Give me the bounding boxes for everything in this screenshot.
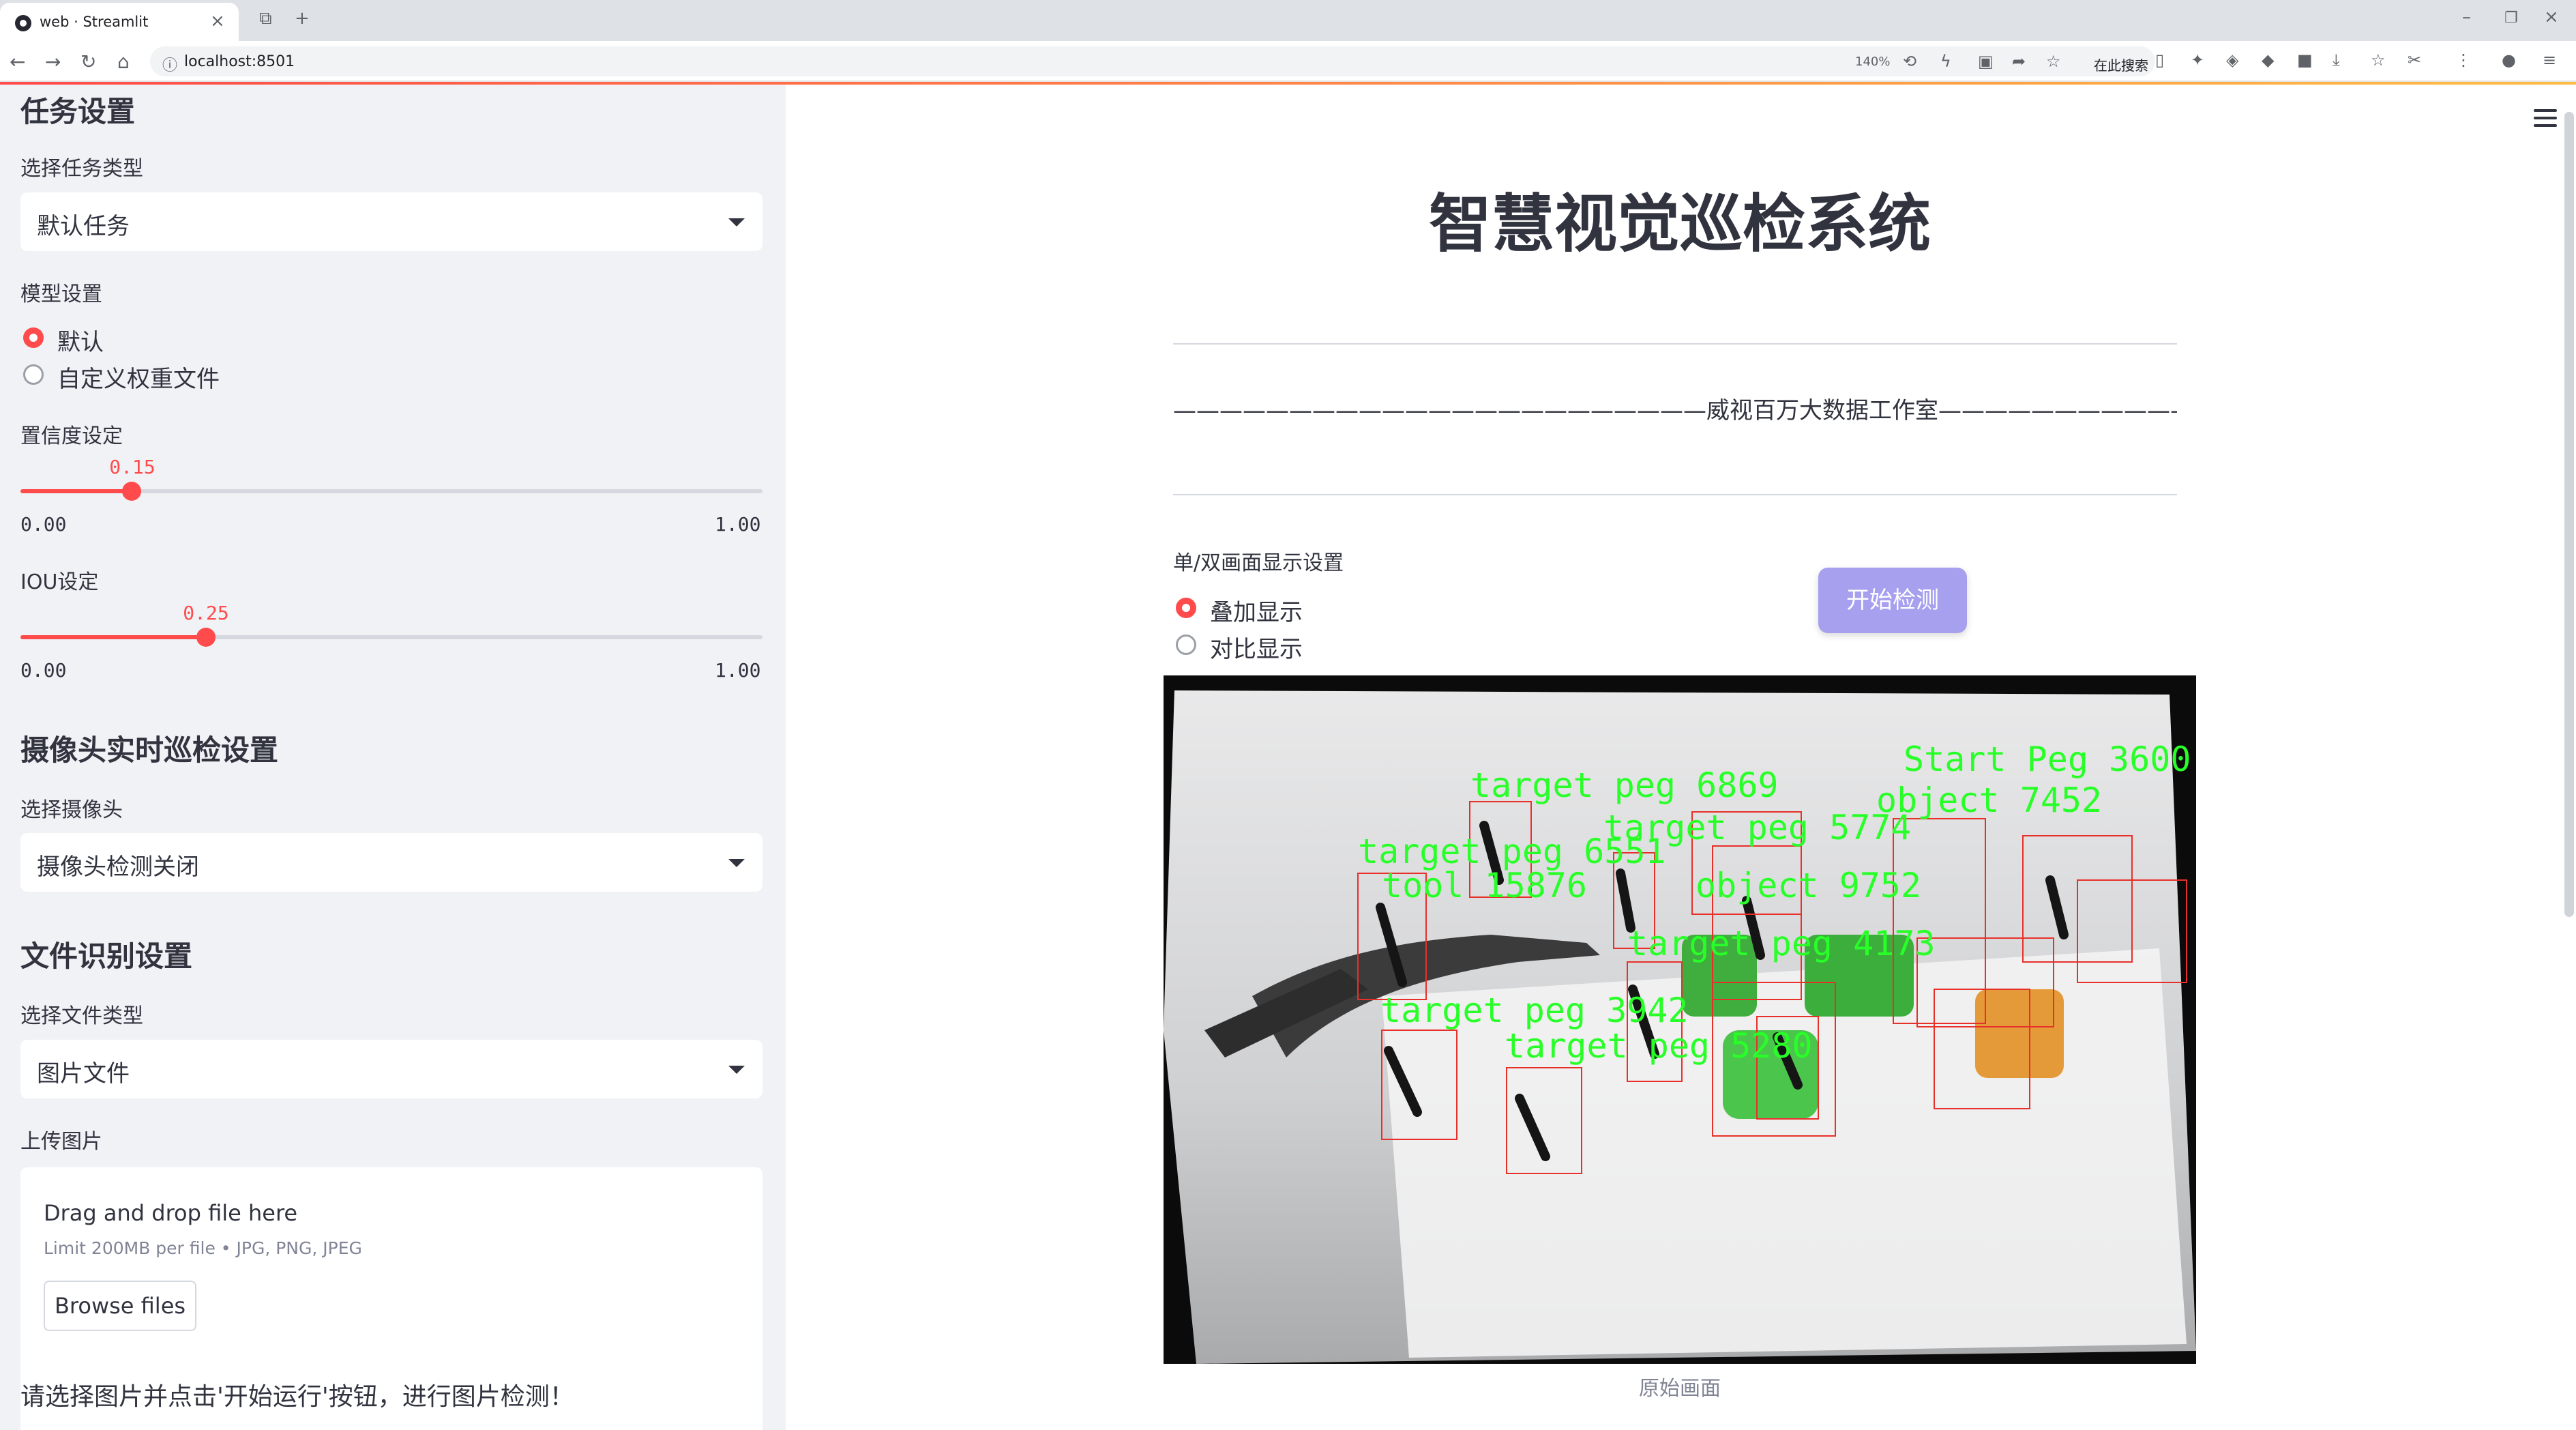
home-icon[interactable]: ⌂ bbox=[117, 50, 130, 73]
back-icon[interactable]: ← bbox=[10, 50, 25, 73]
favorites-icon[interactable]: ☆ bbox=[2371, 50, 2386, 70]
detection-image: target peg 6869 object 7452 target peg 5… bbox=[1164, 675, 2196, 1364]
slider-fill bbox=[20, 489, 132, 493]
restore-icon[interactable]: ❐ bbox=[2504, 10, 2518, 27]
iou-value: 0.25 bbox=[183, 602, 229, 624]
radio-selected-icon bbox=[23, 327, 44, 348]
upload-label: 上传图片 bbox=[20, 1130, 102, 1154]
hamburger-menu-icon[interactable] bbox=[2534, 109, 2557, 132]
screenshot-icon[interactable]: ▣ bbox=[1978, 52, 1994, 71]
extension-icon[interactable]: ✦ bbox=[2191, 50, 2204, 70]
image-caption: 原始画面 bbox=[1639, 1377, 1721, 1401]
detection-label: target peg 5280 bbox=[1505, 1026, 1813, 1066]
extension4-icon[interactable]: ■ bbox=[2297, 50, 2313, 70]
radio-label: 叠加显示 bbox=[1210, 599, 1303, 626]
sidebar-hint: 请选择图片并点击'开始运行'按钮，进行图片检测！ bbox=[20, 1383, 574, 1411]
detection-frame: target peg 6869 object 7452 target peg 5… bbox=[1164, 675, 2196, 1364]
file-type-value: 图片文件 bbox=[37, 1060, 130, 1088]
sidebar: 任务设置 选择任务类型 默认任务 模型设置 默认 自定义权重文件 置信度设定 0… bbox=[0, 85, 786, 1430]
studio-line: ———————————————————————威视百万大数据工作室———————… bbox=[1173, 397, 2177, 424]
file-type-label: 选择文件类型 bbox=[20, 1004, 143, 1028]
new-tab-icon[interactable]: + bbox=[295, 8, 310, 29]
camera-value: 摄像头检测关闭 bbox=[37, 853, 199, 881]
tab-group-icon[interactable]: ⧉ bbox=[259, 8, 272, 29]
confidence-label: 置信度设定 bbox=[20, 424, 123, 448]
chevron-down-icon bbox=[728, 1066, 745, 1074]
browser-tab[interactable]: web · Streamlit × bbox=[0, 3, 239, 41]
task-type-select[interactable]: 默认任务 bbox=[20, 192, 763, 251]
model-settings-label: 模型设置 bbox=[20, 282, 102, 306]
profile-avatar-icon[interactable]: ● bbox=[2502, 50, 2516, 70]
radio-selected-icon bbox=[1176, 598, 1196, 618]
radio-label: 默认 bbox=[57, 329, 104, 356]
window-close-icon[interactable]: × bbox=[2544, 7, 2559, 27]
detection-label: object 9752 bbox=[1696, 866, 1921, 905]
address-bar[interactable]: ⓘ localhost:8501 140% ⟲ ϟ ▣ ➦ ☆ 在此搜索 bbox=[150, 46, 2155, 76]
url-text: localhost:8501 bbox=[184, 53, 295, 70]
radio-unselected-icon bbox=[23, 364, 44, 385]
browser-toolbar: ← → ↻ ⌂ ⓘ localhost:8501 140% ⟲ ϟ ▣ ➦ ☆ … bbox=[0, 41, 2576, 82]
divider bbox=[1173, 343, 2177, 345]
task-type-value: 默认任务 bbox=[37, 213, 130, 240]
confidence-min: 0.00 bbox=[20, 513, 67, 536]
dropzone-title: Drag and drop file here bbox=[44, 1200, 298, 1226]
detection-label: target peg 3942 bbox=[1380, 991, 1689, 1030]
browse-files-button[interactable]: Browse files bbox=[44, 1281, 196, 1331]
iou-min: 0.00 bbox=[20, 659, 67, 682]
cut-icon[interactable]: ✂ bbox=[2408, 50, 2421, 70]
file-type-select[interactable]: 图片文件 bbox=[20, 1040, 763, 1098]
reload-icon[interactable]: ↻ bbox=[80, 50, 96, 73]
detection-label: target peg 4173 bbox=[1627, 924, 1936, 963]
search-box[interactable]: 在此搜索 bbox=[2094, 55, 2148, 74]
streamlit-favicon-icon bbox=[15, 15, 31, 31]
detection-label: target peg 6869 bbox=[1470, 765, 1779, 805]
confidence-slider[interactable] bbox=[20, 482, 763, 501]
tab-title: web · Streamlit bbox=[40, 14, 149, 30]
chevron-down-icon bbox=[728, 218, 745, 227]
task-type-label: 选择任务类型 bbox=[20, 157, 143, 181]
detection-label: Start Peg 3600 bbox=[1904, 740, 2191, 779]
dropzone-limit: Limit 200MB per file • JPG, PNG, JPEG bbox=[44, 1238, 362, 1258]
camera-settings-heading: 摄像头实时巡检设置 bbox=[20, 733, 279, 767]
zoom-level[interactable]: 140% bbox=[1855, 55, 1890, 69]
forward-icon[interactable]: → bbox=[45, 50, 61, 73]
main-content: 智慧视觉巡检系统 ———————————————————————威视百万大数据工… bbox=[786, 85, 2576, 1430]
file-settings-heading: 文件识别设置 bbox=[20, 939, 193, 973]
minimize-icon[interactable]: – bbox=[2462, 7, 2471, 27]
device-icon[interactable]: ▯ bbox=[2155, 50, 2164, 70]
translate-icon[interactable]: ⟲ bbox=[1903, 52, 1916, 71]
camera-label: 选择摄像头 bbox=[20, 798, 123, 822]
radio-unselected-icon bbox=[1176, 634, 1196, 655]
divider bbox=[1173, 494, 2177, 495]
radio-label: 对比显示 bbox=[1210, 636, 1303, 663]
radio-label: 自定义权重文件 bbox=[57, 366, 220, 393]
menu-icon[interactable]: ≡ bbox=[2543, 50, 2556, 70]
chevron-down-icon bbox=[728, 859, 745, 867]
detection-label: tool 15876 bbox=[1382, 866, 1587, 905]
browser-tab-bar: web · Streamlit × ⧉ + – ❐ × bbox=[0, 0, 2576, 41]
iou-max: 1.00 bbox=[715, 659, 761, 682]
site-info-icon[interactable]: ⓘ bbox=[162, 53, 177, 75]
slider-thumb[interactable] bbox=[122, 482, 142, 501]
share-icon[interactable]: ➦ bbox=[2012, 52, 2026, 71]
extension2-icon[interactable]: ◈ bbox=[2226, 50, 2238, 70]
slider-fill bbox=[20, 635, 206, 639]
iou-slider[interactable] bbox=[20, 628, 763, 647]
task-settings-heading: 任务设置 bbox=[20, 95, 136, 128]
confidence-value: 0.15 bbox=[109, 456, 156, 478]
extension3-icon[interactable]: ◆ bbox=[2262, 50, 2274, 70]
page-title: 智慧视觉巡检系统 bbox=[1428, 188, 1931, 261]
display-mode-label: 单/双画面显示设置 bbox=[1173, 551, 1344, 575]
iou-label: IOU设定 bbox=[20, 570, 99, 594]
confidence-max: 1.00 bbox=[715, 513, 761, 536]
camera-select[interactable]: 摄像头检测关闭 bbox=[20, 833, 763, 892]
tab-close-icon[interactable]: × bbox=[210, 11, 225, 31]
bookmark-star-icon[interactable]: ☆ bbox=[2046, 52, 2061, 71]
more-icon[interactable]: ⋮ bbox=[2455, 50, 2472, 70]
slider-thumb[interactable] bbox=[196, 628, 216, 647]
download-icon[interactable]: ⤓ bbox=[2333, 50, 2340, 70]
start-detection-button[interactable]: 开始检测 bbox=[1818, 568, 1967, 633]
lightning-icon[interactable]: ϟ bbox=[1940, 52, 1951, 71]
